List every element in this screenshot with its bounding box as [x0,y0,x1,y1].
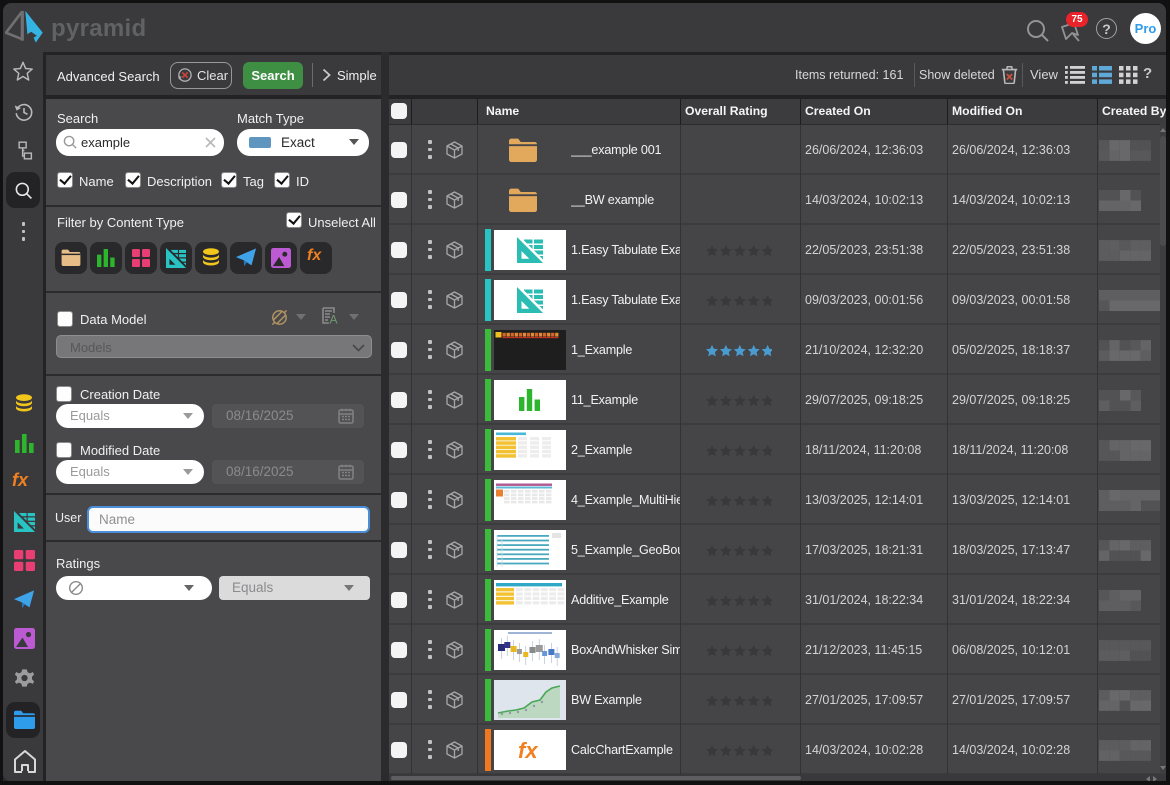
svg-text:fx: fx [518,738,538,763]
svg-text:A: A [330,313,338,325]
